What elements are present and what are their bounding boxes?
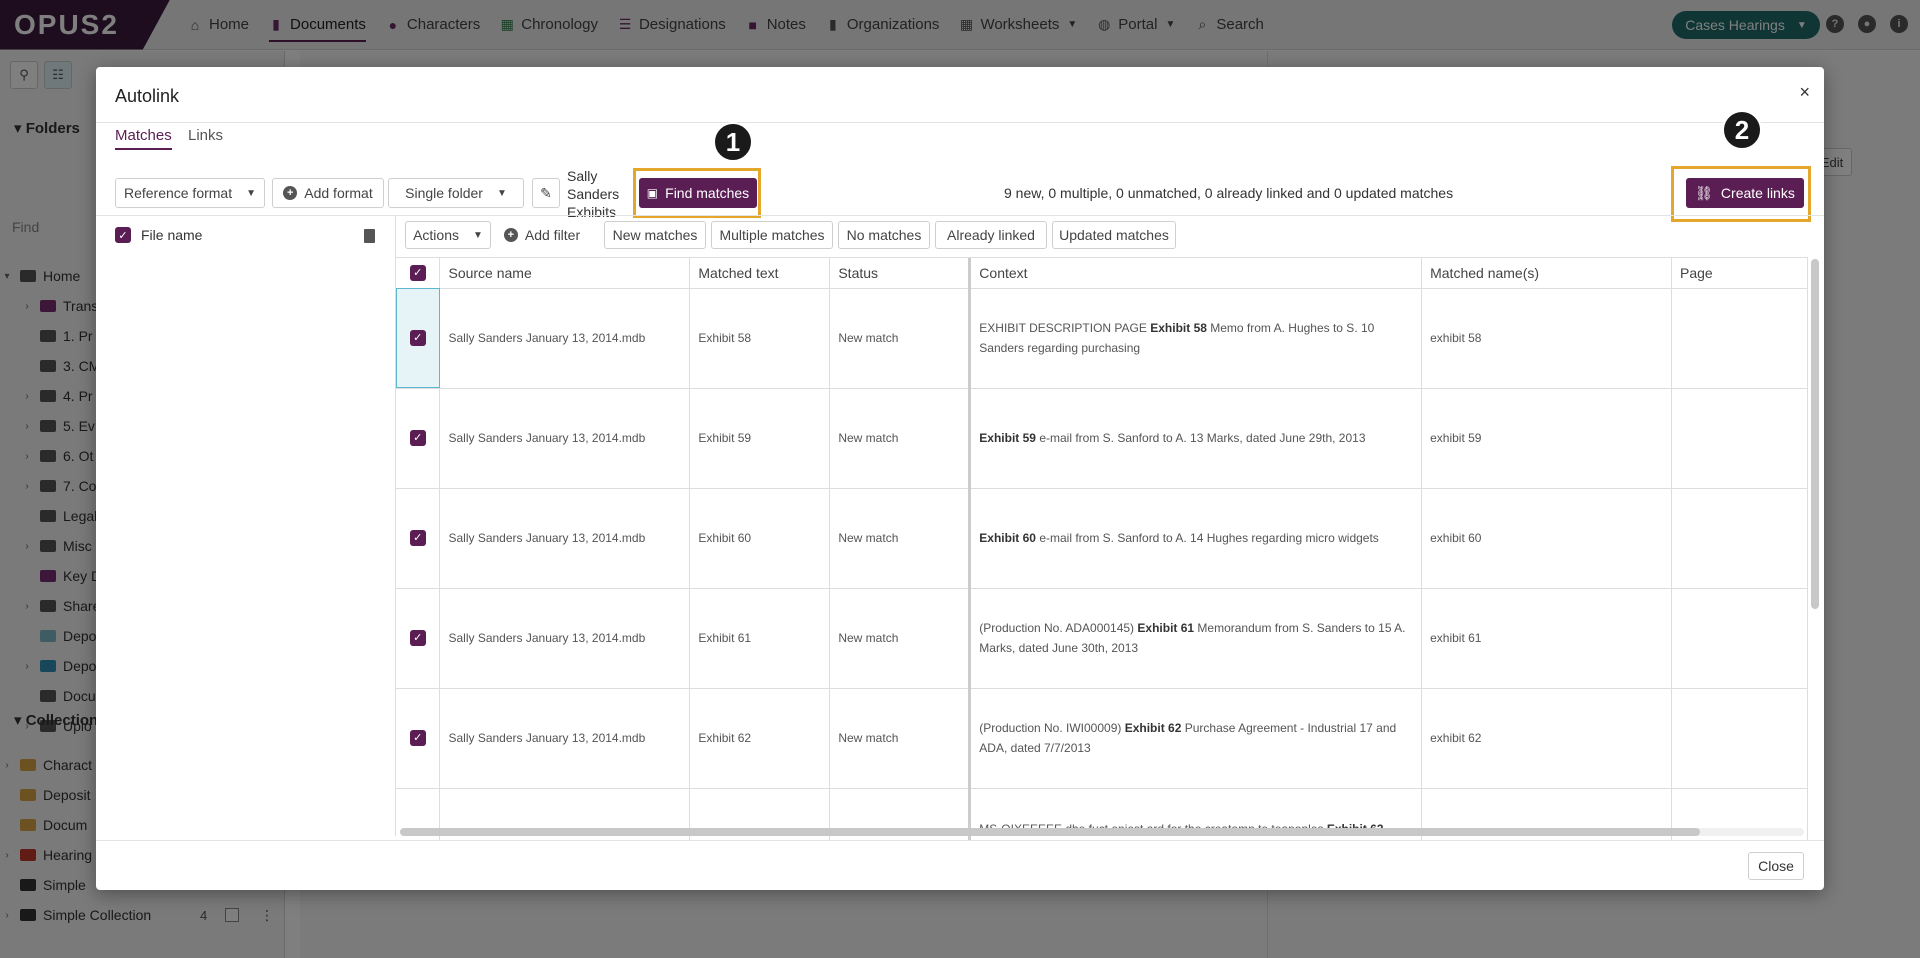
table-row[interactable]: ✓ Sally Sanders January 13, 2014.mdb Exh… (396, 388, 1808, 489)
row-checkbox-cell[interactable]: ✓ (396, 288, 441, 389)
table-row[interactable]: ✓ Sally Sanders January 13, 2014.mdb Exh… (396, 488, 1808, 589)
page-cell (1671, 388, 1808, 489)
source-name-cell: Sally Sanders January 13, 2014.mdb (439, 488, 691, 589)
file-column-panel: ✓ File name (96, 216, 396, 836)
table-row[interactable]: ✓ Sally Sanders January 13, 2014.mdb Exh… (396, 288, 1808, 389)
checkbox-checked[interactable]: ✓ (409, 264, 426, 281)
edit-icon: ✎ (540, 184, 552, 201)
matched-names-cell: exhibit 62 (1421, 688, 1673, 789)
plus-circle-icon: + (283, 186, 298, 200)
status-cell: New match (829, 688, 971, 789)
filter-multiple-matches[interactable]: Multiple matches (711, 221, 833, 249)
status-cell: New match (829, 588, 971, 689)
source-name-cell: Sally Sanders January 13, 2014.mdb (439, 288, 691, 389)
checkbox-checked[interactable]: ✓ (409, 530, 426, 546)
tab-matches[interactable]: Matches (115, 127, 172, 150)
matched-text-cell: Exhibit 59 (689, 388, 831, 489)
step-1-badge: 1 (713, 122, 753, 162)
status-cell: New match (829, 288, 971, 389)
actions-dropdown[interactable]: Actions ▼ (405, 221, 491, 249)
row-checkbox-cell[interactable]: ✓ (396, 588, 441, 689)
row-checkbox-cell[interactable]: ✓ (396, 388, 441, 489)
page-cell (1671, 488, 1808, 589)
matched-names-cell: exhibit 61 (1421, 588, 1673, 689)
close-icon[interactable]: × (1799, 83, 1810, 101)
close-button[interactable]: Close (1748, 852, 1804, 880)
checkbox-checked[interactable]: ✓ (115, 227, 131, 243)
chevron-down-icon: ▼ (246, 187, 257, 199)
filter-new-matches[interactable]: New matches (604, 221, 706, 249)
add-filter-button[interactable]: + Add filter (497, 221, 587, 249)
matches-table: ✓ Source name Matched text Status Contex… (396, 258, 1808, 840)
reference-format-dropdown[interactable]: Reference format ▼ (115, 178, 265, 208)
link-icon: ⛓ (1695, 184, 1713, 201)
checkbox-checked[interactable]: ✓ (409, 330, 426, 346)
checkbox-checked[interactable]: ✓ (409, 630, 426, 646)
context-cell: EXHIBIT DESCRIPTION PAGE Exhibit 58 Memo… (968, 288, 1423, 389)
row-checkbox-cell[interactable]: ✓ (396, 488, 441, 589)
single-folder-dropdown[interactable]: Single folder ▼ (388, 178, 524, 208)
page-cell (1671, 588, 1808, 689)
edit-folder-button[interactable]: ✎ (532, 178, 560, 208)
filter-updated-matches[interactable]: Updated matches (1052, 221, 1176, 249)
matched-text-cell: Exhibit 60 (689, 488, 831, 589)
scrollbar-thumb[interactable] (400, 828, 1700, 836)
column-header-matched-text[interactable]: Matched text (689, 258, 831, 289)
column-header-matched-names[interactable]: Matched name(s) (1421, 258, 1673, 289)
matches-grid: ✓ Source name Matched text Status Contex… (396, 257, 1808, 840)
source-name-cell: Sally Sanders January 13, 2014.mdb (439, 688, 691, 789)
divider (96, 840, 1824, 841)
match-summary: 9 new, 0 multiple, 0 unmatched, 0 alread… (1004, 185, 1454, 201)
matched-names-cell: exhibit 59 (1421, 388, 1673, 489)
source-name-cell: Sally Sanders January 13, 2014.mdb (439, 588, 691, 689)
row-checkbox-cell[interactable]: ✓ (396, 688, 441, 789)
context-cell: (Production No. ADA000145) Exhibit 61 Me… (968, 588, 1423, 689)
create-links-button[interactable]: ⛓ Create links (1686, 178, 1804, 208)
table-row[interactable]: ✓ Sally Sanders January 13, 2014.mdb Exh… (396, 588, 1808, 689)
matched-names-cell: exhibit 58 (1421, 288, 1673, 389)
matched-names-cell: exhibit 60 (1421, 488, 1673, 589)
page-cell (1671, 288, 1808, 389)
status-cell: New match (829, 488, 971, 589)
context-cell: Exhibit 60 e-mail from S. Sanford to A. … (968, 488, 1423, 589)
filter-no-matches[interactable]: No matches (838, 221, 930, 249)
selected-folder-name: Sally Sanders Exhibits (567, 168, 620, 220)
select-all-cell[interactable]: ✓ (396, 258, 441, 289)
page-cell (1671, 688, 1808, 789)
divider (96, 122, 1824, 123)
file-name-option[interactable]: ✓ File name (115, 227, 202, 243)
step-2-badge: 2 (1722, 110, 1762, 150)
table-row[interactable]: ✓ Sally Sanders January 13, 2014.mdb Exh… (396, 688, 1808, 789)
matched-text-cell: Exhibit 58 (689, 288, 831, 389)
document-search-icon: ▣ (646, 186, 659, 200)
column-header-context[interactable]: Context (968, 258, 1423, 289)
chevron-down-icon: ▼ (473, 229, 483, 241)
column-header-source-name[interactable]: Source name (439, 258, 691, 289)
checkbox-checked[interactable]: ✓ (409, 730, 426, 746)
matched-text-cell: Exhibit 62 (689, 688, 831, 789)
column-header-status[interactable]: Status (829, 258, 971, 289)
tab-links[interactable]: Links (188, 127, 223, 148)
column-header-page[interactable]: Page (1671, 258, 1808, 289)
source-name-cell: Sally Sanders January 13, 2014.mdb (439, 388, 691, 489)
checkbox-checked[interactable]: ✓ (409, 430, 426, 446)
plus-circle-icon: + (503, 228, 518, 242)
horizontal-scrollbar[interactable] (400, 828, 1804, 836)
autolink-dialog: Autolink × Matches Links Reference forma… (96, 67, 1824, 890)
context-cell: Exhibit 59 e-mail from S. Sanford to A. … (968, 388, 1423, 489)
file-icon (364, 229, 375, 243)
find-matches-button[interactable]: ▣ Find matches (639, 178, 757, 208)
chevron-down-icon: ▼ (496, 187, 507, 199)
vertical-scrollbar[interactable] (1811, 259, 1819, 609)
status-cell: New match (829, 388, 971, 489)
context-cell: (Production No. IWI00009) Exhibit 62 Pur… (968, 688, 1423, 789)
add-format-button[interactable]: + Add format (272, 178, 384, 208)
filter-already-linked[interactable]: Already linked (935, 221, 1047, 249)
table-header-row: ✓ Source name Matched text Status Contex… (396, 258, 1808, 289)
dialog-title: Autolink (115, 86, 180, 106)
matched-text-cell: Exhibit 61 (689, 588, 831, 689)
